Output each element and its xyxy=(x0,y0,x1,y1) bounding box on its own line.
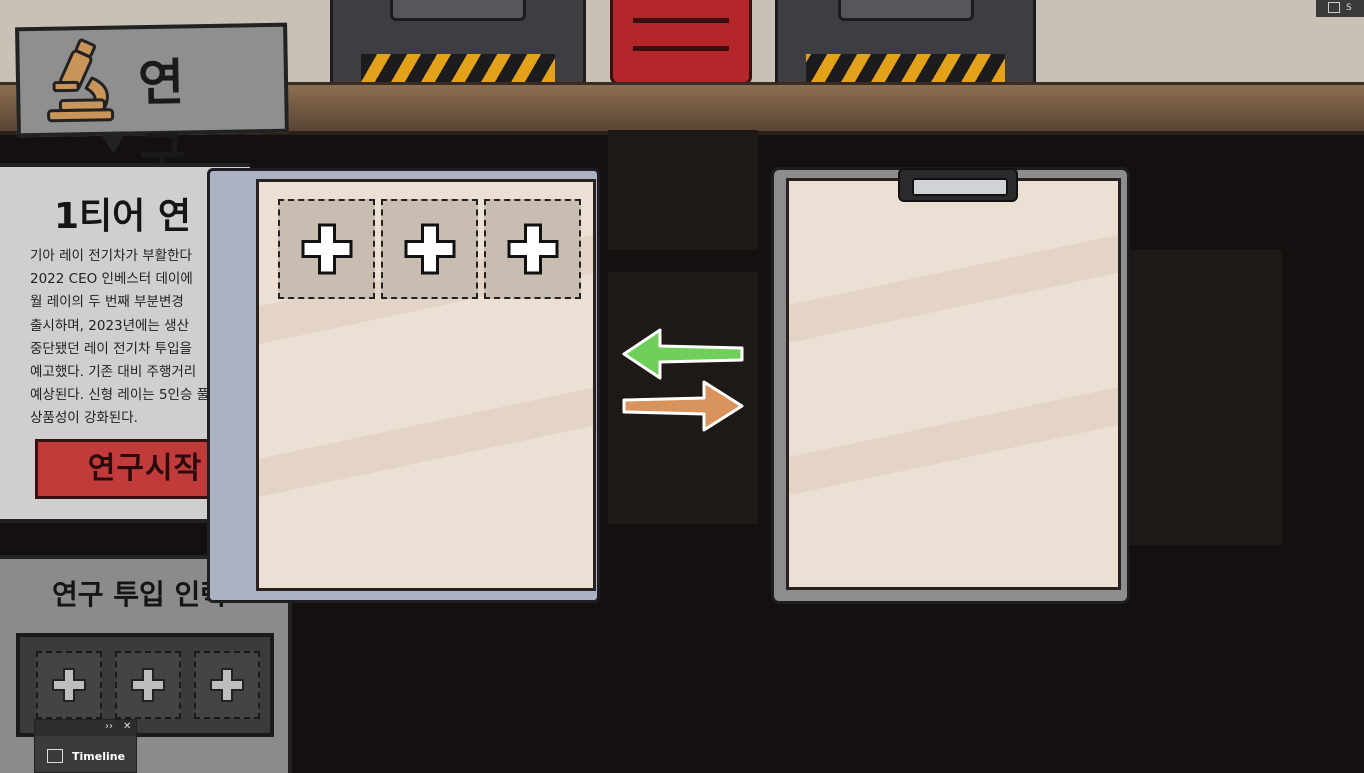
plus-icon xyxy=(404,223,455,275)
bg-block xyxy=(608,130,758,250)
title-plate: 연 구 xyxy=(15,22,289,184)
cabinet-left xyxy=(330,0,586,87)
manpower-title: 연구 투입 인력 xyxy=(52,578,227,611)
cabinet-slot xyxy=(390,0,526,21)
research-tier-title: 1티어 연 xyxy=(54,196,191,237)
result-paper xyxy=(786,178,1121,590)
hazard-stripes xyxy=(361,54,555,82)
corner-label: S xyxy=(1346,3,1352,13)
clipboard-clip xyxy=(898,168,1018,202)
manpower-slot[interactable] xyxy=(194,651,260,719)
grid-icon xyxy=(1328,2,1340,13)
cabinet-slot xyxy=(837,0,974,21)
plus-icon xyxy=(52,668,86,702)
plus-icon xyxy=(131,668,165,702)
timeline-titlebar[interactable] xyxy=(35,720,136,736)
result-clipboard xyxy=(771,167,1130,604)
arrow-left-icon[interactable] xyxy=(620,328,746,382)
manpower-slot[interactable] xyxy=(36,651,102,719)
plus-icon xyxy=(507,223,558,275)
red-cabinet-line xyxy=(633,46,729,51)
collapse-icon[interactable]: ›› xyxy=(105,721,113,732)
hazard-stripes xyxy=(806,54,1005,82)
red-cabinet-line xyxy=(633,18,729,23)
cabinet-right xyxy=(775,0,1036,87)
plus-icon xyxy=(301,223,352,275)
input-board xyxy=(207,168,600,603)
timeline-icon xyxy=(47,749,63,763)
input-slot[interactable] xyxy=(484,199,581,299)
red-cabinet xyxy=(610,0,752,85)
input-slot[interactable] xyxy=(278,199,375,299)
input-slot[interactable] xyxy=(381,199,478,299)
timeline-label: Timeline xyxy=(72,750,126,763)
timeline-panel[interactable]: ›› ✕ Timeline xyxy=(34,719,137,773)
input-paper xyxy=(256,179,596,591)
microscope-icon xyxy=(47,38,115,123)
manpower-slot[interactable] xyxy=(115,651,181,719)
bg-block xyxy=(1130,250,1282,545)
arrow-right-icon[interactable] xyxy=(620,378,746,434)
plus-icon xyxy=(210,668,244,702)
close-icon[interactable]: ✕ xyxy=(123,721,131,732)
editor-corner-widget[interactable]: S xyxy=(1316,0,1364,17)
